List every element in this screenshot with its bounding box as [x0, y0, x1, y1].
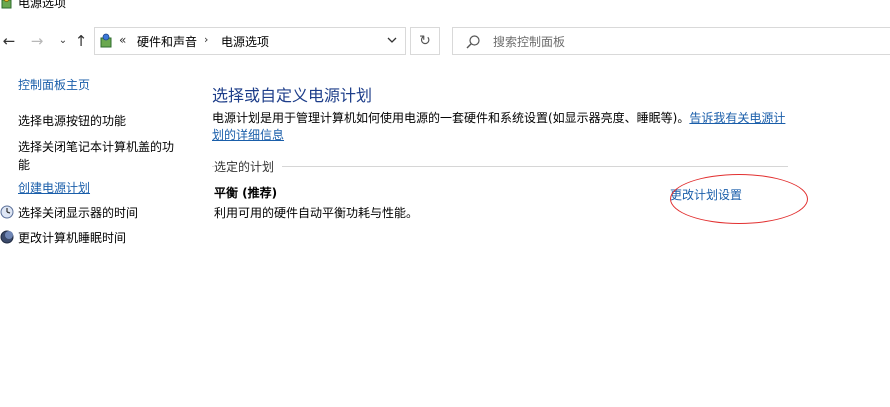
sidebar-item-label: 选择关闭显示器的时间 — [18, 206, 139, 220]
control-panel-icon — [100, 33, 112, 48]
section-divider — [212, 166, 788, 167]
power-options-icon — [1, 0, 12, 9]
address-bar[interactable]: « 硬件和声音 › 电源选项 — [94, 27, 406, 55]
plan-name: 平衡 (推荐) — [214, 186, 278, 200]
section-label: 选定的计划 — [214, 158, 283, 175]
breadcrumb-hardware-and-sound[interactable]: 硬件和声音 — [137, 33, 197, 50]
breadcrumb-separator[interactable]: › — [204, 33, 208, 46]
sleep-icon — [0, 230, 14, 244]
up-button[interactable]: ↑ — [72, 32, 90, 50]
monitor-icon — [0, 205, 14, 219]
breadcrumb-power-options[interactable]: 电源选项 — [221, 33, 269, 50]
search-icon — [466, 35, 480, 49]
refresh-button[interactable]: ↻ — [410, 27, 440, 55]
search-placeholder: 搜索控制面板 — [493, 35, 566, 49]
chevron-down-icon[interactable] — [385, 32, 399, 48]
sidebar-item-lid-close-function[interactable]: 选择关闭笔记本计算机盖的功能 — [18, 138, 180, 174]
sidebar-item-power-button-function[interactable]: 选择电源按钮的功能 — [18, 112, 186, 130]
forward-button[interactable]: → — [28, 32, 46, 50]
sidebar-item-control-panel-home[interactable]: 控制面板主页 — [18, 76, 186, 94]
page-title: 选择或自定义电源计划 — [212, 86, 373, 105]
change-plan-settings-link[interactable]: 更改计划设置 — [670, 186, 742, 203]
plan-description: 利用可用的硬件自动平衡功耗与性能。 — [214, 206, 419, 220]
sidebar-item-label: 更改计算机睡眠时间 — [18, 231, 127, 245]
recent-locations-button[interactable]: ⌄ — [54, 32, 72, 50]
selected-plan-section: 选定的计划 — [212, 158, 788, 176]
sidebar-item-display-off-time[interactable]: 选择关闭显示器的时间 — [0, 204, 186, 222]
description-text: 电源计划是用于管理计算机如何使用电源的一套硬件和系统设置(如显示器亮度、睡眠等)… — [212, 111, 690, 125]
title-bar: 电源选项 — [0, 0, 890, 14]
address-overflow-chevron[interactable]: « — [119, 33, 126, 47]
sidebar-item-create-power-plan[interactable]: 创建电源计划 — [18, 179, 186, 197]
sidebar-item-sleep-time[interactable]: 更改计算机睡眠时间 — [0, 229, 186, 247]
page-description: 电源计划是用于管理计算机如何使用电源的一套硬件和系统设置(如显示器亮度、睡眠等)… — [212, 110, 788, 144]
back-button[interactable]: ← — [0, 32, 18, 50]
search-input[interactable]: 搜索控制面板 — [452, 27, 890, 55]
navigation-bar: ← → ⌄ ↑ « 硬件和声音 › 电源选项 ↻ 搜索控制面板 — [0, 24, 890, 58]
window-title: 电源选项 — [18, 0, 67, 10]
